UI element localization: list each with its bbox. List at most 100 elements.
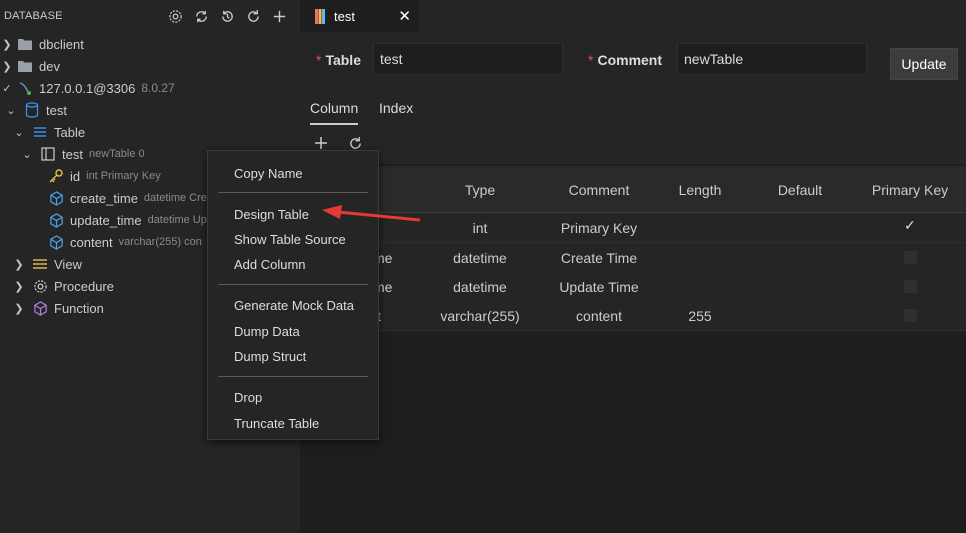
header-primary-key: Primary Key (871, 182, 949, 198)
table-row[interactable]: me datetime Update Time (300, 272, 966, 302)
comment-input[interactable]: newTable (677, 43, 867, 75)
table-name-label: * Table (316, 52, 361, 68)
database-icon (24, 102, 40, 118)
tree-item-database-test[interactable]: ⌄ test (0, 99, 304, 121)
menu-separator (218, 284, 368, 285)
menu-item-truncate-table[interactable]: Truncate Table (234, 416, 319, 431)
cell-name[interactable]: t (377, 308, 417, 324)
cell-type[interactable]: datetime (440, 279, 520, 295)
column-icon (48, 190, 64, 206)
tree-item-label: dev (39, 58, 60, 74)
refresh-icon[interactable] (244, 6, 262, 26)
table-icon (40, 146, 56, 162)
header-default: Default (777, 182, 823, 198)
table-row[interactable]: t varchar(255) content 255 (300, 301, 966, 331)
menu-separator (218, 192, 368, 193)
column-description: datetime Cre (143, 192, 207, 204)
folder-icon (17, 58, 33, 74)
sidebar-actions (166, 6, 288, 26)
menu-separator (218, 376, 368, 377)
tree-item-label: test (46, 102, 67, 118)
menu-item-copy-name[interactable]: Copy Name (234, 166, 303, 181)
cell-comment[interactable]: Update Time (549, 279, 649, 295)
primary-key-checkbox[interactable]: ✓ (904, 217, 917, 233)
context-menu: Copy Name Design Table Show Table Source… (207, 150, 379, 440)
history-icon[interactable] (218, 6, 236, 26)
primary-key-checkbox[interactable] (904, 251, 917, 264)
add-icon[interactable] (270, 6, 288, 26)
cell-type[interactable]: datetime (440, 250, 520, 266)
tree-item-label: Function (54, 300, 104, 316)
table-label-text: Table (325, 52, 361, 68)
chevron-right-icon[interactable]: ❯ (0, 38, 14, 51)
list-icon (32, 124, 48, 140)
update-button[interactable]: Update (890, 48, 958, 80)
tree-item-label: update_time (70, 212, 142, 228)
table-name-input[interactable]: test (373, 43, 563, 75)
tree-item-table-group[interactable]: ⌄ Table (0, 121, 312, 143)
chevron-right-icon[interactable]: ❯ (12, 280, 26, 293)
column-toolbar (300, 126, 966, 164)
gear-icon (32, 278, 48, 294)
sync-icon[interactable] (192, 6, 210, 26)
tab-index[interactable]: Index (379, 100, 413, 116)
tree-item-connection[interactable]: ✓ 127.0.0.1@3306 8.0.27 (0, 77, 300, 99)
comment-label: * Comment (588, 52, 662, 68)
tree-item-label: dbclient (39, 36, 84, 52)
view-icon (32, 256, 48, 272)
chevron-right-icon[interactable]: ❯ (12, 302, 26, 315)
cell-comment[interactable]: content (549, 308, 649, 324)
tree-item-label: Procedure (54, 278, 114, 294)
close-icon[interactable]: ✕ (398, 7, 411, 25)
column-description: datetime Up (147, 214, 207, 226)
column-icon (48, 212, 64, 228)
gear-icon[interactable] (166, 6, 184, 26)
tab-test[interactable]: test ✕ (300, 0, 419, 32)
cell-comment[interactable]: Primary Key (549, 220, 649, 236)
tab-column[interactable]: Column (310, 100, 359, 125)
menu-item-show-table-source[interactable]: Show Table Source (234, 232, 346, 247)
tree-item-label: 127.0.0.1@3306 (39, 80, 136, 96)
chevron-down-icon[interactable]: ⌄ (4, 104, 18, 117)
menu-item-dump-data[interactable]: Dump Data (234, 324, 300, 339)
header-type: Type (464, 182, 496, 198)
menu-item-dump-struct[interactable]: Dump Struct (234, 349, 306, 364)
cell-length[interactable]: 255 (660, 308, 740, 324)
required-mark: * (588, 52, 594, 68)
cell-type[interactable]: int (440, 220, 520, 236)
tree-item-label: content (70, 234, 113, 250)
tree-item-label: Table (54, 124, 86, 140)
tree-item-label: View (54, 256, 82, 272)
chevron-down-icon[interactable]: ⌄ (12, 126, 26, 139)
tree-item-label: id (70, 168, 81, 184)
designer-subtabs: Column Index (300, 92, 966, 127)
table-form: * Table test * Comment newTable Update (300, 32, 966, 92)
menu-item-design-table[interactable]: Design Table (234, 207, 309, 222)
tree-item-dev[interactable]: ❯ dev (0, 55, 300, 77)
menu-item-add-column[interactable]: Add Column (234, 257, 306, 272)
tree-item-label: create_time (70, 190, 138, 206)
table-file-icon (312, 8, 328, 24)
tree-item-dbclient[interactable]: ❯ dbclient (0, 33, 300, 55)
cell-type[interactable]: varchar(255) (430, 308, 530, 324)
cube-icon (32, 300, 48, 316)
cell-name[interactable]: me (373, 250, 413, 266)
key-icon (48, 168, 64, 184)
chevron-down-icon[interactable]: ⌄ (20, 148, 34, 161)
cell-comment[interactable]: Create Time (549, 250, 649, 266)
primary-key-checkbox[interactable] (904, 309, 917, 322)
sidebar-title: DATABASE (4, 10, 63, 22)
table-designer-editor: test ✕ * Table test * Comment newTable Upd… (300, 0, 966, 533)
tree-item-label: test (62, 146, 83, 162)
chevron-right-icon[interactable]: ❯ (12, 258, 26, 271)
table-row[interactable]: me datetime Create Time (300, 243, 966, 273)
chevron-down-icon[interactable]: ✓ (0, 82, 14, 95)
menu-item-generate-mock-data[interactable]: Generate Mock Data (234, 298, 354, 313)
tab-label: test (334, 8, 355, 24)
header-comment: Comment (568, 182, 630, 198)
menu-item-drop[interactable]: Drop (234, 390, 262, 405)
annotation-arrow (322, 205, 421, 222)
chevron-right-icon[interactable]: ❯ (0, 60, 14, 73)
cell-name[interactable]: me (373, 279, 413, 295)
primary-key-checkbox[interactable] (904, 280, 917, 293)
